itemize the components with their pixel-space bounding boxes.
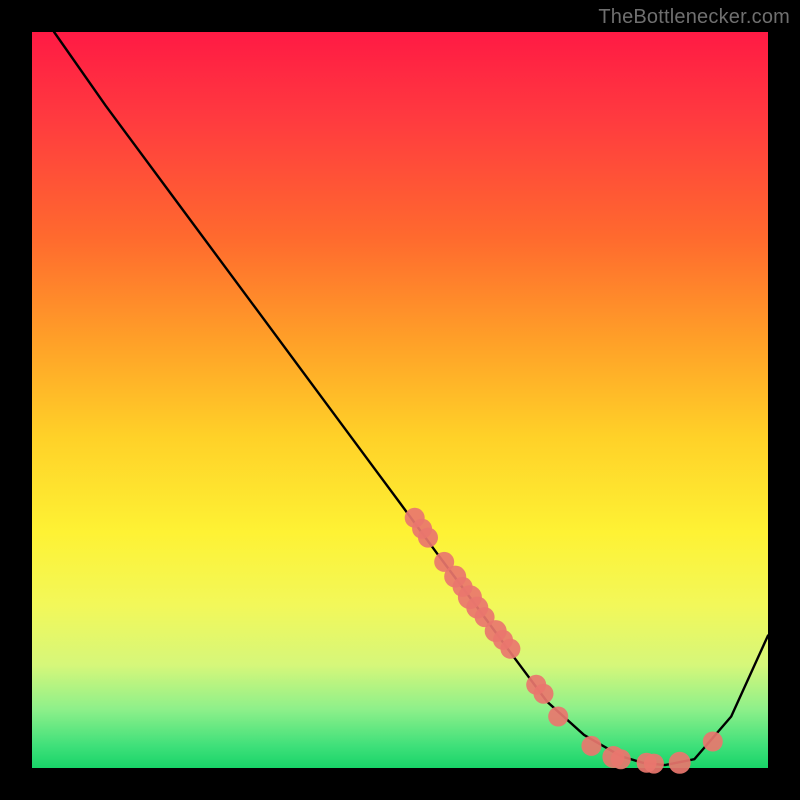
plot-area [32, 32, 768, 768]
watermark-label: TheBottlenecker.com [598, 6, 790, 29]
data-point [534, 684, 554, 704]
data-point [548, 707, 568, 727]
chart-svg [32, 32, 768, 768]
data-point [611, 749, 631, 769]
data-point [581, 736, 601, 756]
chart-frame: TheBottlenecker.com [0, 0, 800, 800]
bottleneck-curve [32, 0, 768, 765]
data-point [703, 732, 723, 752]
data-point [418, 528, 438, 548]
data-point [644, 754, 664, 774]
data-point [669, 752, 691, 774]
data-point [500, 639, 520, 659]
data-points-group [405, 508, 723, 774]
